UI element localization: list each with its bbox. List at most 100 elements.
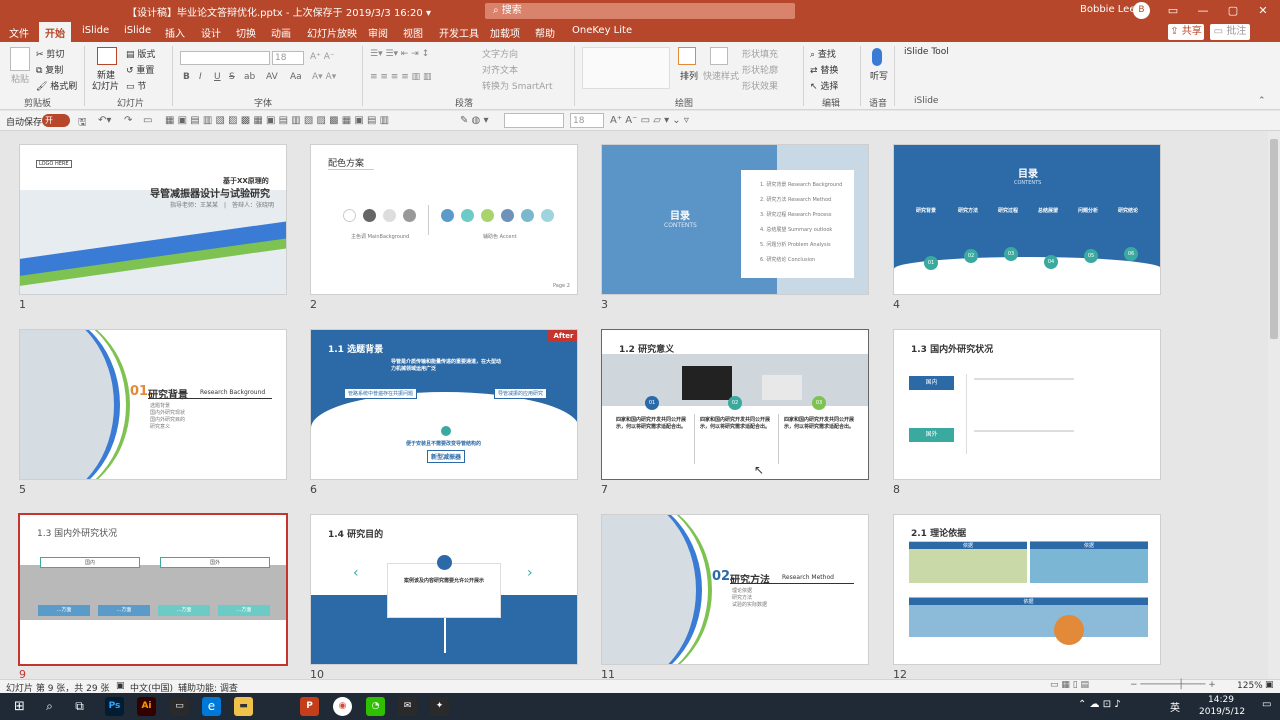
notification-icon[interactable]: ▭ [1262,699,1271,710]
collapse-ribbon-icon[interactable]: ⌃ [1258,96,1266,106]
section-button[interactable]: ▭ 节 [126,79,146,92]
view-buttons-icon[interactable]: ▭ ▦ ▯ ▤ [1050,680,1089,690]
slide-thumbnail-10[interactable]: 1.4 研究目的 ‹ › 案例该及内容研究需要允许公开展示 [310,514,578,665]
tab-islide[interactable]: iSlide [82,25,109,36]
copy-button[interactable]: ⧉ 复制 [36,63,63,76]
slide-thumbnail-5[interactable]: 01. 研究背景 Research Background 选题背景 国内外研究现… [19,329,287,480]
smartart-button[interactable]: 转换为 SmartArt [482,79,552,92]
arrange-button[interactable]: 排列 [680,69,698,82]
ribbon-display-icon[interactable]: ▭ [1160,2,1186,20]
edge-icon[interactable]: e [202,697,221,716]
spellcheck-icon[interactable]: ▣ [116,681,125,691]
tab-addins[interactable]: 加载项 [490,25,520,40]
format-painter-button[interactable]: 🖌 格式刷 [36,79,77,92]
find-button[interactable]: ⌕ 查找 [810,47,836,60]
shape-fill-button[interactable]: 形状填充 [742,47,778,60]
font-size-box[interactable]: 18 [272,51,304,65]
new-slide-icon[interactable] [97,47,117,65]
maximize-button[interactable]: ▢ [1220,2,1246,20]
clock-date[interactable]: 2019/5/12 [1199,707,1245,717]
dictate-button[interactable]: 听写 [870,69,888,82]
font-name-box[interactable] [180,51,270,65]
quick-styles-button[interactable]: 快速样式 [703,69,739,82]
select-button[interactable]: ↖ 选择 [810,79,838,92]
layout-button[interactable]: ▤ 版式 [126,47,155,60]
bullets-icon[interactable]: ☰▾ ☰▾ ⇤ ⇥ ↕ [370,49,429,59]
file-explorer-icon[interactable]: ▬ [234,697,253,716]
tab-review[interactable]: 审阅 [368,25,388,40]
tab-slideshow[interactable]: 幻灯片放映 [307,25,357,40]
slide-thumbnail-2[interactable]: 配色方案 主色调 MainBackground 辅助色 Accent Page … [310,144,578,295]
cut-button[interactable]: ✂ 剪切 [36,47,64,60]
tab-developer[interactable]: 开发工具 [439,25,479,40]
paste-button[interactable]: 粘贴 [11,72,29,85]
align-icons[interactable]: ≡ ≡ ≡ ≡ ▥ ▥ [370,72,431,82]
user-name[interactable]: Bobbie Lee [1080,4,1135,15]
task-view-icon[interactable]: ⧉ [70,697,89,716]
tab-transition[interactable]: 切换 [236,25,256,40]
change-case-button[interactable]: Aa [290,72,302,82]
app-icon[interactable]: ▭ [170,697,189,716]
quick-styles-icon[interactable] [710,47,728,65]
tab-home[interactable]: 开始 [39,22,71,42]
undo-icon[interactable]: ↶▾ [98,115,111,126]
reset-button[interactable]: ↺ 重置 [126,63,154,76]
text-direction-button[interactable]: 文字方向 [482,47,518,60]
italic-button[interactable]: I [199,72,202,82]
chrome-icon[interactable]: ◉ [333,697,352,716]
autosave-toggle[interactable]: 开 [42,114,70,127]
underline-button[interactable]: U [214,72,221,82]
tab-islide-2[interactable]: iSlide [124,25,151,36]
slide-thumbnail-12[interactable]: 2.1 理论依据 依据 依据 依据 [893,514,1161,665]
search-box[interactable]: ⌕ 搜索 [485,3,795,19]
shadow-button[interactable]: ab [244,72,255,82]
format-icon[interactable]: ✎ ◍ ▾ [460,115,488,126]
bold-button[interactable]: B [183,72,190,82]
paste-icon[interactable] [10,47,30,71]
qat-size-box[interactable]: 18 [570,113,604,128]
tab-animation[interactable]: 动画 [271,25,291,40]
strikethrough-button[interactable]: S [229,72,235,82]
windows-start-icon[interactable]: ⊞ [10,697,29,716]
slide-thumbnail-7[interactable]: 1.2 研究意义 01 02 03 四家和国内研究开发共同公开展示，何以将研究需… [601,329,869,480]
tab-view[interactable]: 视图 [403,25,423,40]
arrange-icon[interactable] [678,47,696,65]
slide-thumbnail-6[interactable]: 1.1 选题背景 After 导管是介质传输和能量传递的重要通道，在大型动力机械… [310,329,578,480]
islide-tool-button[interactable]: iSlide Tool [904,47,949,57]
search-icon[interactable]: ⌕ [40,697,59,716]
powerpoint-icon[interactable]: P [300,697,319,716]
wechat-icon[interactable]: ◔ [366,697,385,716]
tab-insert[interactable]: 插入 [165,25,185,40]
mail-icon[interactable]: ✉ [398,697,417,716]
present-icon[interactable]: ▭ [143,115,152,126]
align-text-button[interactable]: 对齐文本 [482,63,518,76]
replace-button[interactable]: ⇄ 替换 [810,63,838,76]
font-color-icon[interactable]: A▾ A▾ [312,72,336,82]
shapes-gallery[interactable] [582,47,670,89]
clock-time[interactable]: 14:29 [1208,695,1234,705]
comment-button[interactable]: ▭ 批注 [1210,24,1250,40]
slide-thumbnail-3[interactable]: 目录 CONTENTS 1. 研究背景 Research Background … [601,144,869,295]
grow-font-icon[interactable]: A⁺ A⁻ [310,52,335,62]
zoom-level[interactable]: 125% [1237,681,1263,691]
tab-design[interactable]: 设计 [201,25,221,40]
app-icon-2[interactable]: ✦ [430,697,449,716]
vertical-scrollbar[interactable] [1268,131,1280,679]
tab-help[interactable]: 帮助 [535,25,555,40]
slide-thumbnail-4[interactable]: 目录 CONTENTS 研究背景 研究方法 研究过程 总结展望 问题分析 研究结… [893,144,1161,295]
zoom-slider[interactable]: − ───────┼──── + [1130,680,1216,690]
scrollbar-thumb[interactable] [1270,139,1278,339]
microphone-icon[interactable] [872,48,882,66]
qat-more-icons[interactable]: A⁺ A⁻ ▭ ▱ ▾ ⌄ ▿ [610,115,689,126]
slide-thumbnail-11[interactable]: 02. 研究方法 Research Method 理论依据 研究方法 试验的实际… [601,514,869,665]
spacing-button[interactable]: AV [266,72,278,82]
share-button[interactable]: ⇪ 共享 [1168,24,1204,40]
slide-thumbnail-1[interactable]: LOGO HERE 基于XX原理的 导管减振器设计与试验研究 指导老师：王某某 … [19,144,287,295]
fit-slide-icon[interactable]: ▣ [1265,680,1274,690]
illustrator-icon[interactable]: Ai [137,697,156,716]
redo-icon[interactable]: ↷ [124,115,132,126]
qat-font-box[interactable] [504,113,564,128]
shapes-icon[interactable]: ▦ ▣ ▤ ▥ ▧ ▨ ▩ ▦ ▣ ▤ ▥ ▧ ▨ ▩ ▦ ▣ ▤ ▥ [165,115,389,126]
save-icon[interactable]: 🖫 [78,115,87,132]
minimize-button[interactable]: — [1190,2,1216,20]
